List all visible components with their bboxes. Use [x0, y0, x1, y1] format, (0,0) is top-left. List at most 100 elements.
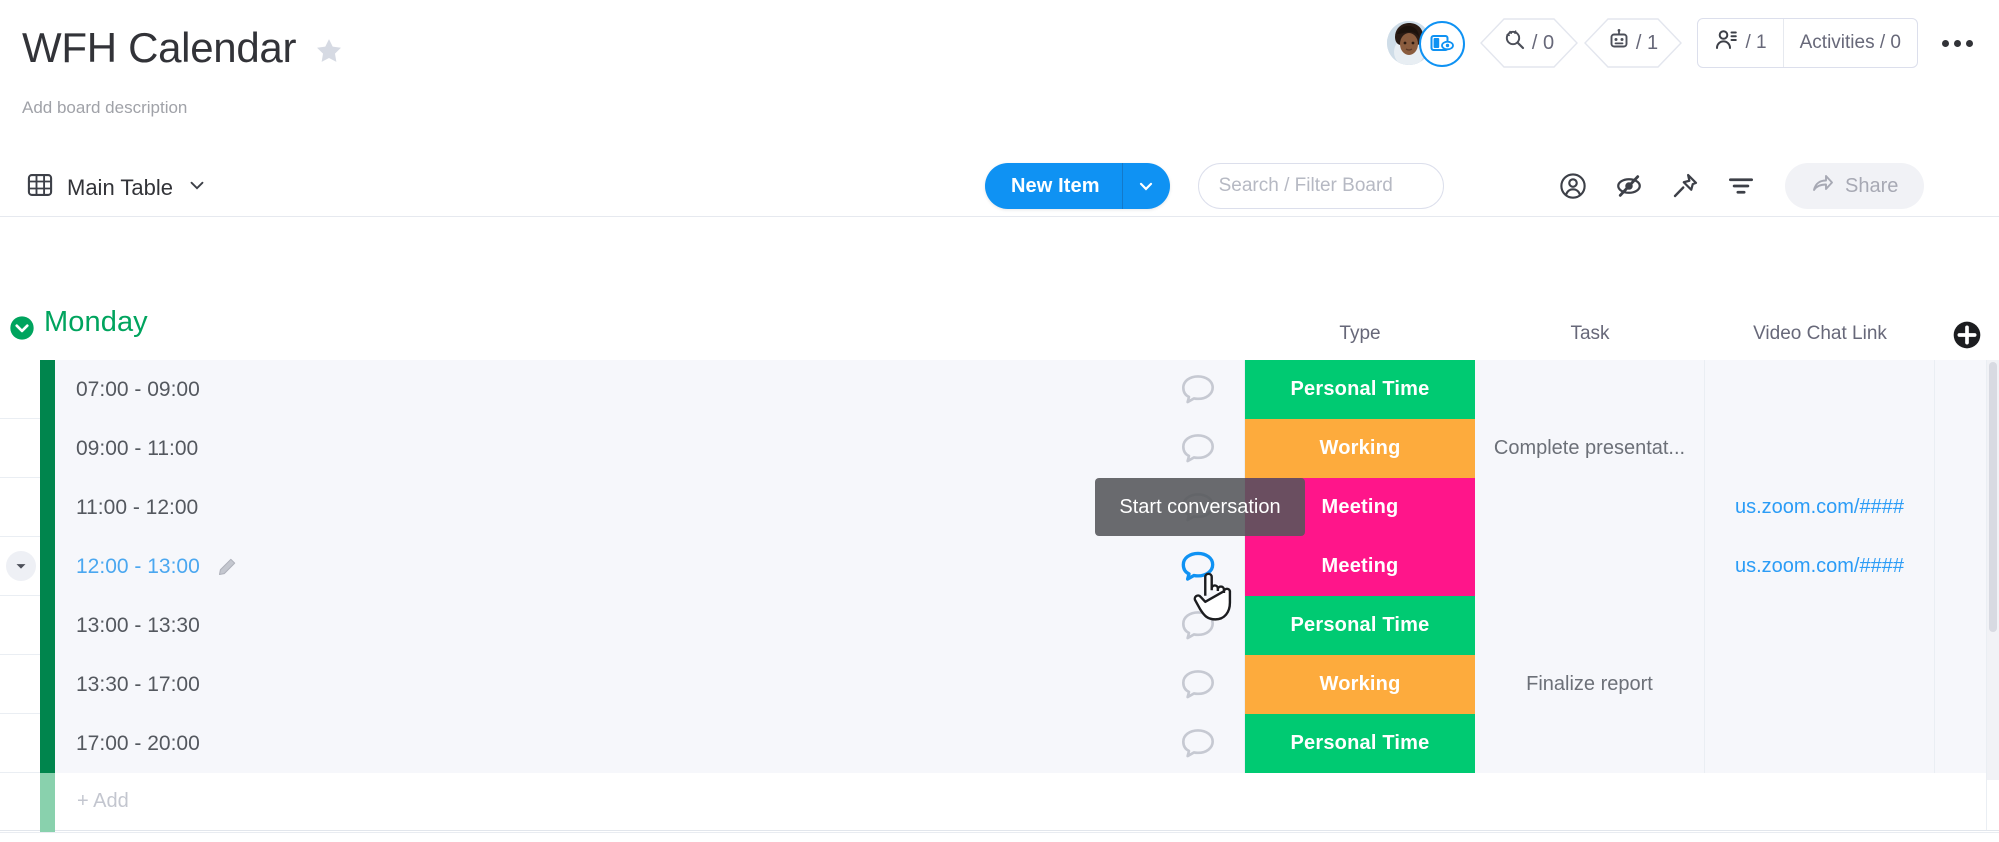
- cell-item-name[interactable]: 13:30 - 17:00: [55, 655, 1245, 714]
- video-chat-link-text[interactable]: us.zoom.com/####: [1735, 555, 1904, 578]
- column-header-video-chat-link[interactable]: Video Chat Link: [1705, 318, 1935, 350]
- row-group-color-bar: [40, 714, 55, 773]
- cell-status-type[interactable]: Personal Time: [1245, 596, 1475, 655]
- cell-item-name[interactable]: 12:00 - 13:00: [55, 537, 1245, 596]
- cell-item-name[interactable]: 17:00 - 20:00: [55, 714, 1245, 773]
- people-icon: [1714, 27, 1740, 59]
- add-row-color-bar: [40, 773, 55, 832]
- row-group-color-bar: [40, 360, 55, 419]
- edit-pencil-icon[interactable]: [216, 556, 238, 578]
- share-button-label: Share: [1845, 174, 1899, 197]
- cell-status-type[interactable]: Working: [1245, 655, 1475, 714]
- add-item-label: + Add: [77, 790, 129, 812]
- cell-empty-column: [1935, 419, 1987, 478]
- search-filter-box[interactable]: [1197, 163, 1444, 209]
- status-label: Personal Time: [1290, 378, 1430, 400]
- integrations-count: / 1: [1635, 31, 1659, 54]
- cell-task[interactable]: [1475, 360, 1705, 419]
- cell-video-chat-link[interactable]: us.zoom.com/####: [1705, 537, 1935, 596]
- cell-task[interactable]: Complete presentat...: [1475, 419, 1705, 478]
- new-item-dropdown-icon[interactable]: [1121, 163, 1170, 209]
- column-header-type[interactable]: Type: [1245, 318, 1475, 350]
- vertical-scrollbar[interactable]: [1987, 360, 1999, 780]
- automations-count: / 0: [1531, 31, 1555, 54]
- status-label: Personal Time: [1290, 614, 1430, 636]
- filter-icon[interactable]: [1713, 163, 1769, 209]
- item-name-text: 07:00 - 09:00: [76, 377, 200, 401]
- cell-task[interactable]: Finalize report: [1475, 655, 1705, 714]
- tab-main-table[interactable]: Main Table: [18, 165, 216, 210]
- task-text: Finalize report: [1526, 673, 1653, 695]
- cell-item-name[interactable]: 13:00 - 13:30: [55, 596, 1245, 655]
- chat-bubble-icon[interactable]: [1180, 373, 1216, 407]
- pin-icon[interactable]: [1657, 163, 1713, 209]
- cell-task[interactable]: [1475, 714, 1705, 773]
- board-table: 07:00 - 09:00 Personal Time 09:00 - 11:00 W…: [0, 360, 1999, 832]
- cell-empty-column: [1935, 596, 1987, 655]
- integrations-chip[interactable]: / 1: [1583, 17, 1683, 69]
- activities-button[interactable]: Activities / 0: [1782, 19, 1917, 67]
- star-icon[interactable]: [314, 36, 344, 66]
- automations-chip[interactable]: / 0: [1479, 17, 1579, 69]
- cell-empty-column: [1935, 655, 1987, 714]
- more-options-icon[interactable]: [1934, 34, 1981, 53]
- board-view-icon[interactable]: [1418, 21, 1465, 67]
- tooltip-start-conversation: Start conversation: [1095, 478, 1305, 536]
- row-expand-icon[interactable]: [6, 551, 36, 581]
- cell-item-name[interactable]: 07:00 - 09:00: [55, 360, 1245, 419]
- chevron-down-icon[interactable]: [186, 174, 208, 201]
- board-members-button[interactable]: / 1: [1698, 19, 1783, 67]
- cell-empty-column: [1935, 360, 1987, 419]
- column-headers: Type Task Video Chat Link: [0, 318, 1999, 356]
- vertical-scrollbar-thumb[interactable]: [1989, 362, 1997, 632]
- cell-video-chat-link[interactable]: [1705, 714, 1935, 773]
- item-name-text: 13:30 - 17:00: [76, 672, 200, 696]
- new-item-button-group[interactable]: New Item: [985, 163, 1170, 209]
- cell-task[interactable]: [1475, 478, 1705, 537]
- add-item-row[interactable]: + Add: [0, 773, 1999, 832]
- add-column-icon[interactable]: [1950, 318, 1984, 352]
- cell-status-type[interactable]: Personal Time: [1245, 714, 1475, 773]
- cell-status-type[interactable]: Personal Time: [1245, 360, 1475, 419]
- table-row: 07:00 - 09:00 Personal Time: [0, 360, 1999, 419]
- cell-video-chat-link[interactable]: [1705, 655, 1935, 714]
- chat-bubble-icon[interactable]: [1180, 432, 1216, 466]
- cell-video-chat-link[interactable]: [1705, 360, 1935, 419]
- share-button[interactable]: Share: [1785, 163, 1925, 209]
- video-chat-link-text[interactable]: us.zoom.com/####: [1735, 496, 1904, 519]
- cell-empty-column: [1935, 478, 1987, 537]
- add-item-box[interactable]: + Add: [55, 773, 1987, 830]
- item-name-text: 12:00 - 13:00: [76, 554, 200, 578]
- new-item-button[interactable]: New Item: [985, 163, 1122, 209]
- cell-status-type[interactable]: Working: [1245, 419, 1475, 478]
- cell-video-chat-link[interactable]: [1705, 419, 1935, 478]
- cell-empty-column: [1935, 714, 1987, 773]
- cell-task[interactable]: [1475, 596, 1705, 655]
- status-label: Working: [1319, 673, 1401, 695]
- column-header-task[interactable]: Task: [1475, 318, 1705, 350]
- avatar-stack[interactable]: [1386, 19, 1475, 67]
- cell-task[interactable]: [1475, 537, 1705, 596]
- cell-item-name[interactable]: 09:00 - 11:00: [55, 419, 1245, 478]
- cell-video-chat-link[interactable]: us.zoom.com/####: [1705, 478, 1935, 537]
- board-members-count: / 1: [1745, 32, 1767, 53]
- board-description[interactable]: Add board description: [22, 98, 187, 118]
- search-input[interactable]: [1218, 175, 1423, 197]
- row-group-color-bar: [40, 419, 55, 478]
- monday-board-screen: WFH Calendar Add board description / 0 /…: [0, 0, 1999, 842]
- chat-bubble-icon[interactable]: [1180, 668, 1216, 702]
- row-group-color-bar: [40, 478, 55, 537]
- hide-icon[interactable]: [1601, 163, 1657, 209]
- cell-empty-column: [1935, 537, 1987, 596]
- cell-item-name[interactable]: 11:00 - 12:00: [55, 478, 1245, 537]
- chat-bubble-icon[interactable]: [1180, 727, 1216, 761]
- table-row: 17:00 - 20:00 Personal Time: [0, 714, 1999, 773]
- status-label: Working: [1319, 437, 1401, 459]
- cell-status-type[interactable]: Meeting: [1245, 537, 1475, 596]
- cell-video-chat-link[interactable]: [1705, 596, 1935, 655]
- task-text: Complete presentat...: [1493, 437, 1686, 459]
- person-icon[interactable]: [1545, 163, 1601, 209]
- item-name-text: 09:00 - 11:00: [76, 436, 199, 460]
- horizontal-scrollbar[interactable]: [0, 832, 1999, 842]
- table-row: 12:00 - 13:00 Meeting us.zoom.com/####: [0, 537, 1999, 596]
